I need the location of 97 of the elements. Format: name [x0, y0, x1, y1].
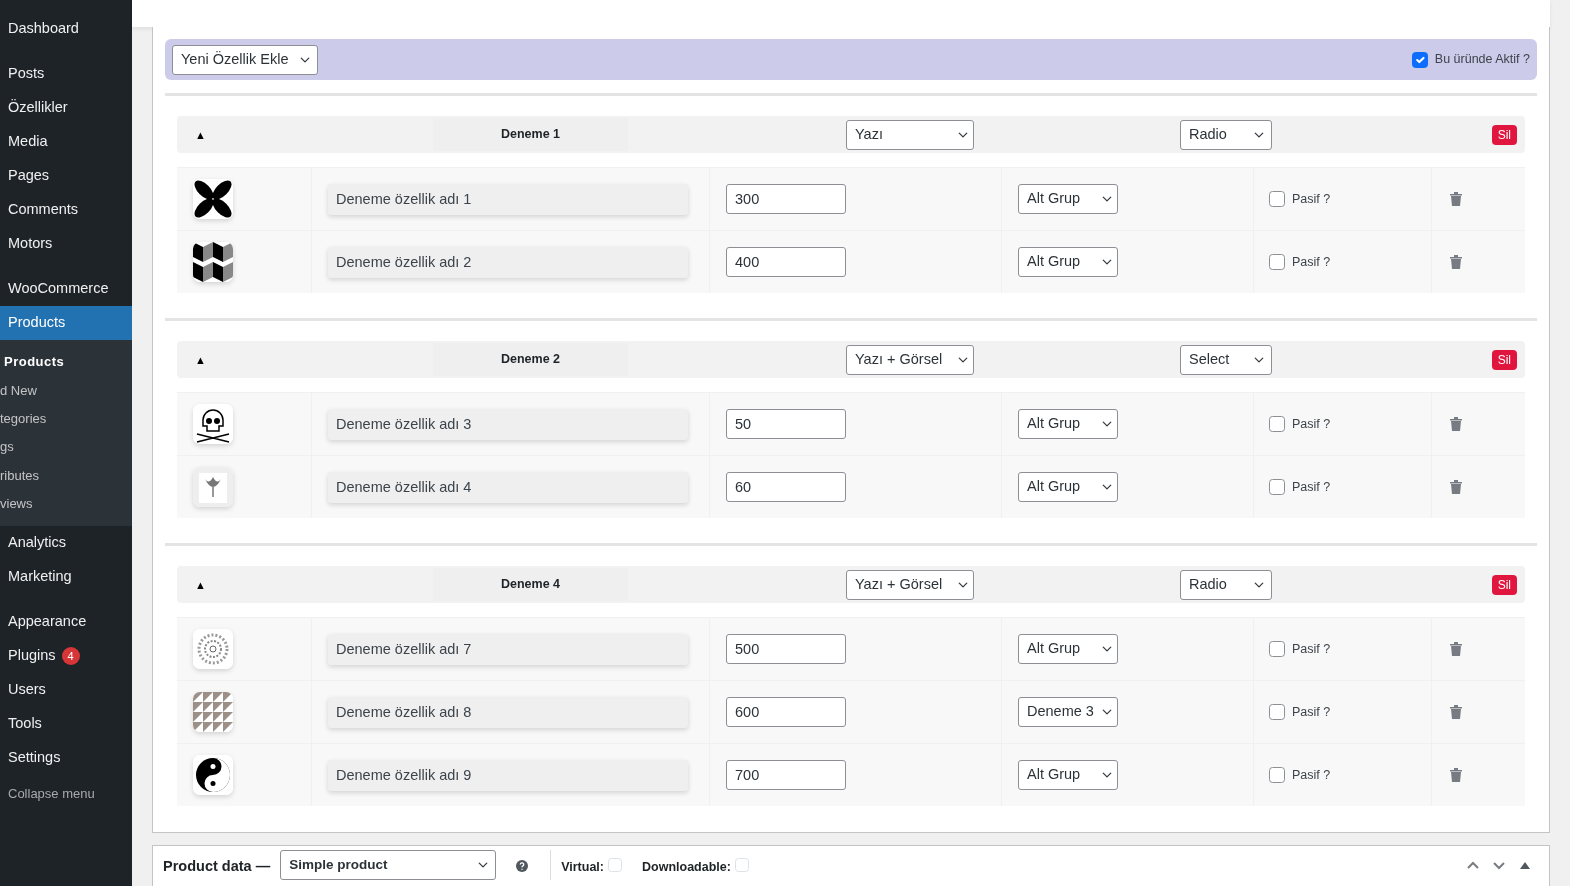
delete-button[interactable]: Sil [1491, 349, 1517, 370]
passive-label: Pasif ? [1292, 478, 1331, 496]
type-select[interactable]: Yazı [846, 119, 974, 150]
menu-item[interactable]: Plugins 4 [0, 638, 132, 673]
downloadable-label: Downloadable: [642, 859, 731, 876]
subgroup-select[interactable]: Alt Grup [1018, 472, 1118, 502]
collapse-toggle[interactable]: ▲ [177, 579, 206, 591]
passive-label: Pasif ? [1292, 766, 1331, 784]
passive-checkbox[interactable] [1269, 191, 1285, 207]
display-select[interactable]: Radio [1180, 119, 1272, 150]
menu-item[interactable]: Users [0, 672, 132, 707]
trash-icon[interactable] [1450, 480, 1462, 494]
name-field[interactable]: Deneme özellik adı 8 [328, 696, 688, 728]
count-badge: 4 [61, 646, 80, 665]
menu-item[interactable]: Analytics [0, 525, 132, 560]
name-field[interactable]: Deneme özellik adı 2 [328, 246, 688, 278]
menu-item[interactable]: Motors [0, 227, 132, 261]
menu-item[interactable]: Marketing [0, 559, 132, 594]
product-type-select[interactable]: Simple product [280, 850, 497, 880]
passive-label: Pasif ? [1292, 253, 1331, 271]
name-field[interactable]: Deneme özellik adı 3 [328, 408, 688, 440]
passive-checkbox[interactable] [1269, 479, 1285, 495]
add-feature-select[interactable]: Yeni Özellik Ekle [172, 44, 318, 75]
passive-label: Pasif ? [1292, 415, 1331, 433]
subgroup-select[interactable]: Alt Grup [1018, 760, 1118, 790]
skull-icon [193, 404, 233, 444]
menu-item[interactable]: Settings [0, 740, 132, 775]
subgroup-select[interactable]: Alt Grup [1018, 409, 1118, 439]
chevron-down-icon[interactable] [1493, 860, 1505, 870]
collapse-toggle[interactable]: ▲ [177, 354, 206, 366]
passive-label: Pasif ? [1292, 640, 1331, 658]
passive-checkbox[interactable] [1269, 416, 1285, 432]
value-field[interactable]: 60 [726, 472, 846, 502]
triangle-up-icon[interactable] [1519, 860, 1531, 870]
collapse-toggle[interactable]: ▲ [177, 129, 206, 141]
virtual-checkbox[interactable] [608, 858, 622, 872]
passive-checkbox[interactable] [1269, 704, 1285, 720]
subgroup-select[interactable]: Alt Grup [1018, 184, 1118, 214]
type-select[interactable]: Yazı + Görsel [846, 569, 974, 600]
submenu-item[interactable]: tegories [0, 404, 132, 433]
menu-item[interactable]: Comments [0, 193, 132, 227]
submenu-item[interactable]: gs [0, 432, 132, 462]
chevron-up-icon[interactable] [1467, 860, 1479, 870]
name-field[interactable]: Deneme özellik adı 1 [328, 183, 688, 215]
trash-icon[interactable] [1450, 642, 1462, 656]
menu-item[interactable]: Özellikler [0, 91, 132, 125]
downloadable-checkbox[interactable] [734, 858, 749, 872]
trash-icon[interactable] [1450, 768, 1462, 782]
name-field[interactable]: Deneme özellik adı 4 [328, 471, 688, 503]
value-field[interactable]: 500 [726, 634, 846, 664]
passive-label: Pasif ? [1292, 190, 1331, 208]
display-select[interactable]: Select [1180, 344, 1272, 375]
delete-button[interactable]: Sil [1491, 124, 1517, 145]
passive-checkbox[interactable] [1269, 767, 1285, 783]
trash-icon[interactable] [1450, 417, 1462, 431]
menu-item[interactable]: Tools [0, 706, 132, 741]
menu-item[interactable]: WooCommerce [0, 272, 132, 306]
passive-label: Pasif ? [1292, 703, 1331, 721]
menu-item[interactable]: Pages [0, 159, 132, 193]
display-select[interactable]: Radio [1180, 569, 1272, 600]
trash-icon[interactable] [1450, 705, 1462, 719]
passive-checkbox[interactable] [1269, 641, 1285, 657]
menu-item[interactable]: Dashboard [0, 12, 132, 46]
active-checkbox[interactable] [1411, 51, 1428, 68]
menu-item[interactable]: Products [0, 306, 132, 340]
value-field[interactable]: 600 [726, 697, 846, 727]
submenu-item[interactable]: Products [0, 348, 132, 377]
subgroup-select[interactable]: Alt Grup [1018, 634, 1118, 664]
menu-item[interactable]: Media [0, 125, 132, 159]
mandala-icon [193, 629, 233, 669]
triangle-pattern-icon [193, 692, 233, 732]
product-data-label: Product data — [163, 857, 271, 876]
menu-item[interactable]: Posts [0, 57, 132, 91]
trash-icon[interactable] [1450, 192, 1462, 206]
submenu-item[interactable]: d New [0, 376, 132, 405]
type-select[interactable]: Yazı + Görsel [846, 344, 974, 375]
petal-icon [193, 179, 233, 219]
virtual-label: Virtual: [561, 859, 604, 876]
value-field[interactable]: 50 [726, 409, 846, 439]
yin-yang-icon [193, 755, 233, 795]
name-field[interactable]: Deneme özellik adı 9 [328, 759, 688, 791]
subgroup-select[interactable]: Alt Grup [1018, 247, 1118, 277]
menu-item[interactable]: Appearance [0, 604, 132, 639]
active-label: Bu üründe Aktif ? [1434, 51, 1530, 69]
submenu-item[interactable]: ributes [0, 461, 132, 490]
subgroup-select[interactable]: Deneme 3 [1018, 697, 1118, 727]
value-field[interactable]: 300 [726, 184, 846, 214]
cube-pattern-icon [193, 242, 233, 282]
submenu-item[interactable]: views [0, 489, 132, 518]
collapse-menu-link[interactable]: Collapse menu [0, 778, 132, 809]
passive-checkbox[interactable] [1269, 254, 1285, 270]
value-field[interactable]: 700 [726, 760, 846, 790]
delete-button[interactable]: Sil [1491, 574, 1517, 595]
value-field[interactable]: 400 [726, 247, 846, 277]
name-field[interactable]: Deneme özellik adı 7 [328, 633, 688, 665]
help-icon[interactable] [516, 860, 529, 872]
trash-icon[interactable] [1450, 255, 1462, 269]
